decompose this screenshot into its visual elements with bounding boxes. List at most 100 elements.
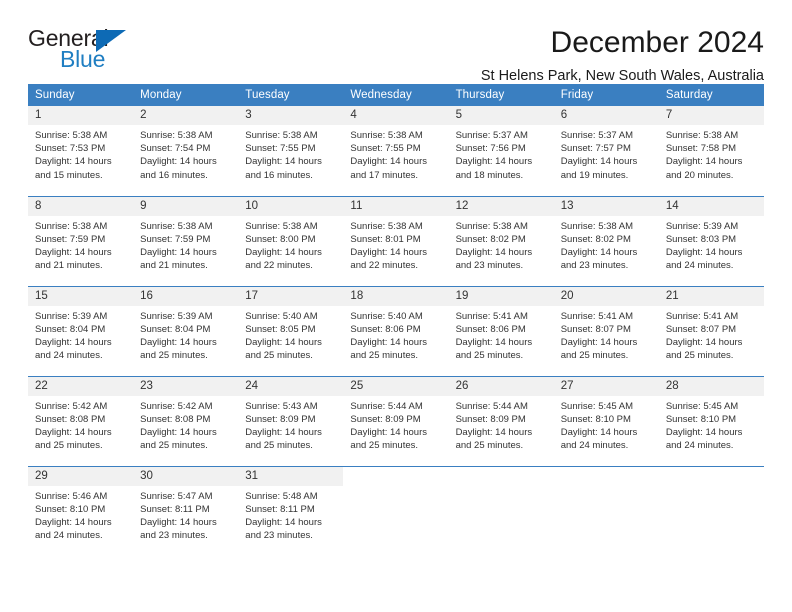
sunrise-text: Sunrise: 5:40 AM bbox=[350, 310, 423, 322]
day-cell[interactable]: 8 Sunrise: 5:38 AM Sunset: 7:59 PM Daylight… bbox=[28, 195, 134, 286]
day-cell[interactable]: 15 Sunrise: 5:39 AM Sunset: 8:04 PM Dayligh… bbox=[28, 285, 134, 376]
daylight-text: Daylight: 14 hours bbox=[665, 336, 743, 348]
day-number: 13 bbox=[553, 196, 659, 216]
calendar-week-row: 22 Sunrise: 5:42 AM Sunset: 8:08 PM Dayligh… bbox=[28, 375, 764, 466]
day-details: Sunrise: 5:38 AM Sunset: 7:54 PM Daylight:… bbox=[133, 125, 238, 182]
sunset-text: Sunset: 8:06 PM bbox=[350, 323, 421, 335]
day-cell[interactable]: 16 Sunrise: 5:39 AM Sunset: 8:04 PM Dayligh… bbox=[133, 285, 239, 376]
daylight-text: Daylight: 14 hours bbox=[350, 426, 427, 438]
sunset-text: Sunset: 8:02 PM bbox=[560, 233, 631, 245]
daylight-text: and 17 minutes. bbox=[350, 169, 419, 181]
day-number: 20 bbox=[553, 286, 659, 306]
day-cell[interactable]: 3 Sunrise: 5:38 AM Sunset: 7:55 PM Daylight… bbox=[238, 106, 344, 196]
daylight-text: and 23 minutes. bbox=[245, 530, 313, 542]
day-cell[interactable]: 1 Sunrise: 5:38 AM Sunset: 7:53 PM Daylight… bbox=[28, 106, 134, 196]
sunset-text: Sunset: 7:58 PM bbox=[665, 143, 737, 155]
sunrise-text: Sunrise: 5:48 AM bbox=[245, 490, 318, 502]
sunrise-text: Sunrise: 5:47 AM bbox=[140, 490, 213, 502]
day-cell[interactable]: 20 Sunrise: 5:41 AM Sunset: 8:07 PM Dayligh… bbox=[553, 285, 659, 376]
sunset-text: Sunset: 8:06 PM bbox=[455, 323, 526, 335]
sunset-text: Sunset: 8:08 PM bbox=[140, 413, 211, 425]
day-cell[interactable]: 12 Sunrise: 5:38 AM Sunset: 8:02 PM Dayligh… bbox=[448, 195, 554, 286]
daylight-text: Daylight: 14 hours bbox=[245, 516, 322, 528]
weekday-header-friday: Friday bbox=[553, 84, 659, 106]
daylight-text: and 20 minutes. bbox=[665, 169, 734, 181]
day-cell[interactable]: 29 Sunrise: 5:46 AM Sunset: 8:10 PM Dayligh… bbox=[28, 465, 134, 556]
day-details: Sunrise: 5:38 AM Sunset: 8:02 PM Daylight:… bbox=[554, 216, 659, 273]
day-number: 23 bbox=[133, 376, 239, 396]
day-number: 11 bbox=[343, 196, 449, 216]
sunset-text: Sunset: 7:59 PM bbox=[140, 233, 211, 245]
sunset-text: Sunset: 8:07 PM bbox=[665, 323, 737, 335]
day-details: Sunrise: 5:45 AM Sunset: 8:10 PM Daylight:… bbox=[554, 396, 659, 453]
daylight-text: Daylight: 14 hours bbox=[35, 426, 112, 438]
daylight-text: Daylight: 14 hours bbox=[245, 336, 322, 348]
sunset-text: Sunset: 8:03 PM bbox=[665, 233, 737, 245]
day-cell[interactable]: 6 Sunrise: 5:37 AM Sunset: 7:57 PM Daylight… bbox=[553, 106, 659, 196]
day-cell[interactable]: 5 Sunrise: 5:37 AM Sunset: 7:56 PM Daylight… bbox=[448, 106, 554, 196]
sunrise-text: Sunrise: 5:38 AM bbox=[350, 130, 423, 141]
day-cell[interactable]: 28 Sunrise: 5:45 AM Sunset: 8:10 PM Dayligh… bbox=[658, 375, 764, 466]
day-details: Sunrise: 5:41 AM Sunset: 8:06 PM Daylight:… bbox=[449, 306, 554, 363]
day-number: 5 bbox=[448, 106, 554, 125]
day-details: Sunrise: 5:38 AM Sunset: 7:59 PM Daylight:… bbox=[133, 216, 238, 273]
weekday-header-wednesday: Wednesday bbox=[343, 84, 449, 106]
daylight-text: Daylight: 14 hours bbox=[350, 246, 427, 258]
daylight-text: and 22 minutes. bbox=[245, 260, 313, 272]
day-cell[interactable]: 10 Sunrise: 5:38 AM Sunset: 8:00 PM Dayligh… bbox=[238, 195, 344, 286]
sunset-text: Sunset: 8:11 PM bbox=[245, 503, 315, 515]
day-cell[interactable]: 19 Sunrise: 5:41 AM Sunset: 8:06 PM Dayligh… bbox=[448, 285, 554, 376]
day-number: 8 bbox=[28, 196, 134, 216]
daylight-text: Daylight: 14 hours bbox=[560, 426, 638, 438]
day-details: Sunrise: 5:42 AM Sunset: 8:08 PM Daylight:… bbox=[28, 396, 133, 453]
daylight-text: Daylight: 14 hours bbox=[140, 426, 217, 438]
day-cell-empty bbox=[658, 465, 764, 556]
day-cell[interactable]: 22 Sunrise: 5:42 AM Sunset: 8:08 PM Dayligh… bbox=[28, 375, 134, 466]
day-details: Sunrise: 5:41 AM Sunset: 8:07 PM Daylight:… bbox=[659, 306, 764, 363]
day-cell[interactable]: 30 Sunrise: 5:47 AM Sunset: 8:11 PM Dayligh… bbox=[133, 465, 239, 556]
day-cell[interactable]: 24 Sunrise: 5:43 AM Sunset: 8:09 PM Dayligh… bbox=[238, 375, 344, 466]
day-cell[interactable]: 4 Sunrise: 5:38 AM Sunset: 7:55 PM Daylight… bbox=[343, 106, 449, 196]
day-cell[interactable]: 23 Sunrise: 5:42 AM Sunset: 8:08 PM Dayligh… bbox=[133, 375, 239, 466]
day-cell[interactable]: 21 Sunrise: 5:41 AM Sunset: 8:07 PM Dayligh… bbox=[658, 285, 764, 376]
day-details: Sunrise: 5:46 AM Sunset: 8:10 PM Daylight:… bbox=[28, 486, 133, 543]
day-number bbox=[658, 466, 764, 486]
general-blue-logo[interactable]: General Blue bbox=[28, 26, 148, 76]
day-cell[interactable]: 11 Sunrise: 5:38 AM Sunset: 8:01 PM Dayligh… bbox=[343, 195, 449, 286]
daylight-text: and 24 minutes. bbox=[560, 440, 629, 452]
day-number: 3 bbox=[238, 106, 344, 125]
day-cell[interactable]: 13 Sunrise: 5:38 AM Sunset: 8:02 PM Dayligh… bbox=[553, 195, 659, 286]
day-cell[interactable]: 31 Sunrise: 5:48 AM Sunset: 8:11 PM Dayligh… bbox=[238, 465, 344, 556]
day-cell[interactable]: 2 Sunrise: 5:38 AM Sunset: 7:54 PM Daylight… bbox=[133, 106, 239, 196]
day-cell[interactable]: 26 Sunrise: 5:44 AM Sunset: 8:09 PM Dayligh… bbox=[448, 375, 554, 466]
day-cell[interactable]: 17 Sunrise: 5:40 AM Sunset: 8:05 PM Dayligh… bbox=[238, 285, 344, 376]
daylight-text: Daylight: 14 hours bbox=[350, 336, 427, 348]
day-cell[interactable]: 25 Sunrise: 5:44 AM Sunset: 8:09 PM Dayligh… bbox=[343, 375, 449, 466]
day-number: 19 bbox=[448, 286, 554, 306]
sunrise-text: Sunrise: 5:38 AM bbox=[665, 130, 739, 141]
day-number bbox=[448, 466, 554, 486]
day-details: Sunrise: 5:45 AM Sunset: 8:10 PM Daylight:… bbox=[659, 396, 764, 453]
day-cell[interactable]: 18 Sunrise: 5:40 AM Sunset: 8:06 PM Dayligh… bbox=[343, 285, 449, 376]
day-cell-empty bbox=[553, 465, 659, 556]
sunrise-text: Sunrise: 5:37 AM bbox=[455, 130, 528, 141]
daylight-text: and 21 minutes. bbox=[35, 260, 103, 272]
day-number: 7 bbox=[658, 106, 764, 125]
daylight-text: Daylight: 14 hours bbox=[350, 156, 427, 168]
day-cell[interactable]: 9 Sunrise: 5:38 AM Sunset: 7:59 PM Daylight… bbox=[133, 195, 239, 286]
day-cell[interactable]: 14 Sunrise: 5:39 AM Sunset: 8:03 PM Dayligh… bbox=[658, 195, 764, 286]
day-cell[interactable]: 7 Sunrise: 5:38 AM Sunset: 7:58 PM Daylight… bbox=[658, 106, 764, 196]
daylight-text: Daylight: 14 hours bbox=[455, 246, 533, 258]
daylight-text: and 15 minutes. bbox=[35, 169, 103, 181]
day-number: 29 bbox=[28, 466, 134, 486]
day-details: Sunrise: 5:47 AM Sunset: 8:11 PM Daylight:… bbox=[133, 486, 238, 543]
sunset-text: Sunset: 8:09 PM bbox=[455, 413, 526, 425]
sunset-text: Sunset: 8:08 PM bbox=[35, 413, 106, 425]
sunrise-text: Sunrise: 5:42 AM bbox=[140, 400, 213, 412]
day-number: 9 bbox=[133, 196, 239, 216]
day-cell[interactable]: 27 Sunrise: 5:45 AM Sunset: 8:10 PM Dayligh… bbox=[553, 375, 659, 466]
page-title: December 2024 bbox=[550, 26, 764, 59]
daylight-text: and 24 minutes. bbox=[35, 530, 103, 542]
sunrise-text: Sunrise: 5:46 AM bbox=[35, 490, 108, 502]
daylight-text: and 25 minutes. bbox=[140, 440, 208, 452]
